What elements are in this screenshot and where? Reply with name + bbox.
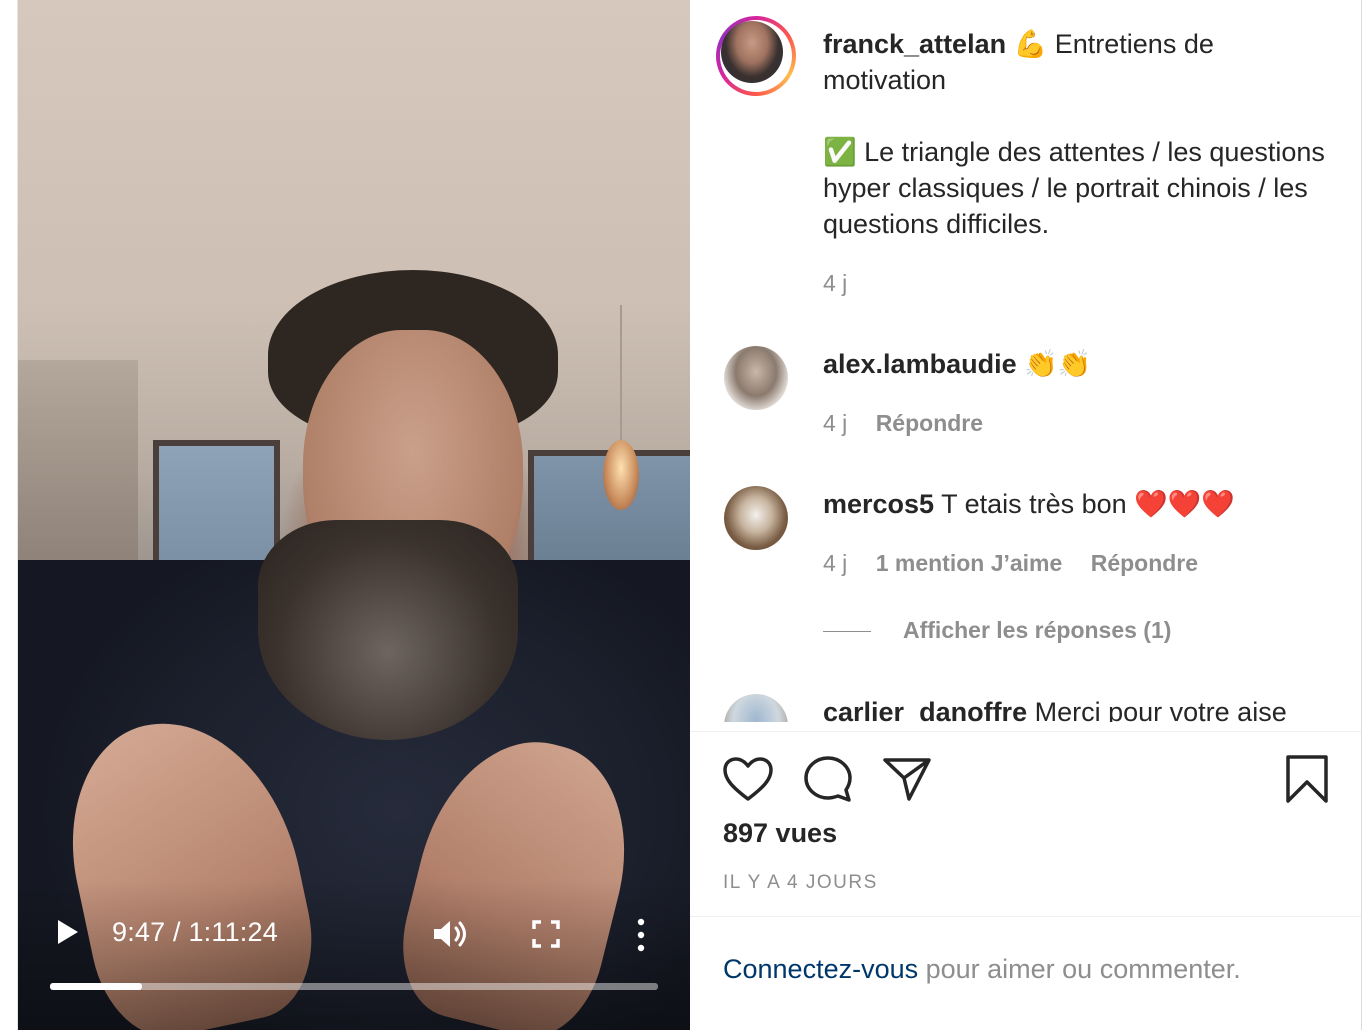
video-player[interactable]: 9:47 / 1:11:24 bbox=[18, 0, 690, 1030]
reply-button[interactable]: Répondre bbox=[876, 410, 983, 436]
divider bbox=[690, 731, 1361, 732]
bookmark-icon[interactable] bbox=[1284, 754, 1330, 804]
page-margin bbox=[0, 0, 18, 1030]
comment-icon[interactable] bbox=[802, 754, 854, 804]
comment-username[interactable]: alex.lambaudie bbox=[823, 349, 1017, 379]
caption-emoji: 💪 bbox=[1013, 29, 1048, 59]
comment-age[interactable]: 4 j bbox=[823, 550, 847, 576]
video-scene-beard bbox=[258, 520, 518, 740]
view-count[interactable]: 897 vues bbox=[723, 818, 837, 849]
video-time: 9:47 / 1:11:24 bbox=[112, 917, 278, 947]
likes-count-button[interactable]: 1 mention J’aime bbox=[876, 550, 1063, 576]
reply-button[interactable]: Répondre bbox=[1091, 550, 1198, 576]
caption-body: Le triangle des attentes / les questions… bbox=[823, 137, 1325, 239]
comment-meta: 4 j 1 mention J’aime Répondre bbox=[823, 550, 1220, 577]
video-progress-bar[interactable] bbox=[50, 983, 658, 990]
author-avatar-image bbox=[721, 21, 783, 83]
author-username[interactable]: franck_attelan bbox=[823, 29, 1006, 59]
commenter-avatar[interactable] bbox=[724, 486, 788, 550]
volume-icon[interactable] bbox=[432, 918, 472, 950]
view-replies-button[interactable]: Afficher les réponses (1) bbox=[823, 617, 1171, 644]
post-panel: franck_attelan 💪 Entretiens de motivatio… bbox=[690, 0, 1362, 1030]
author-avatar[interactable] bbox=[716, 16, 796, 96]
view-replies-line bbox=[823, 631, 871, 633]
login-link[interactable]: Connectez-vous bbox=[723, 954, 918, 984]
heart-icon[interactable] bbox=[722, 756, 774, 802]
comment-item: carlier_danoffre Merci pour votre aise bbox=[823, 694, 1287, 722]
caption-age[interactable]: 4 j bbox=[823, 270, 847, 296]
play-icon[interactable] bbox=[58, 920, 78, 944]
comment-age[interactable]: 4 j bbox=[823, 410, 847, 436]
comment-username[interactable]: mercos5 bbox=[823, 489, 934, 519]
video-progress-fill bbox=[50, 983, 143, 990]
commenter-avatar[interactable] bbox=[724, 694, 788, 722]
check-emoji: ✅ bbox=[823, 137, 857, 167]
comments-list[interactable]: franck_attelan 💪 Entretiens de motivatio… bbox=[690, 0, 1361, 722]
post-timestamp[interactable]: IL Y A 4 JOURS bbox=[723, 872, 878, 894]
more-vertical-icon[interactable] bbox=[636, 918, 646, 952]
share-icon[interactable] bbox=[882, 756, 932, 802]
comment-meta: 4 j Répondre bbox=[823, 410, 1005, 437]
comment-text: 👏👏 bbox=[1024, 349, 1092, 379]
fullscreen-icon[interactable] bbox=[532, 920, 560, 948]
video-scene-lamp bbox=[603, 440, 639, 510]
commenter-avatar[interactable] bbox=[724, 346, 788, 410]
comment-text: Merci pour votre aise bbox=[1034, 697, 1287, 722]
comment-username[interactable]: carlier_danoffre bbox=[823, 697, 1027, 722]
comment-item: alex.lambaudie 👏👏 bbox=[823, 346, 1091, 382]
video-controls-overlay bbox=[18, 880, 690, 1030]
divider bbox=[690, 916, 1361, 917]
caption-meta: 4 j bbox=[823, 270, 869, 297]
login-prompt-text: pour aimer ou commenter. bbox=[918, 954, 1241, 984]
comment-item: mercos5 T etais très bon ❤️❤️❤️ bbox=[823, 486, 1235, 522]
post-caption: franck_attelan 💪 Entretiens de motivatio… bbox=[823, 26, 1343, 242]
login-prompt: Connectez-vous pour aimer ou commenter. bbox=[723, 954, 1241, 985]
video-scene-lamp-cord bbox=[620, 305, 622, 445]
comment-text: T etais très bon ❤️❤️❤️ bbox=[941, 489, 1236, 519]
